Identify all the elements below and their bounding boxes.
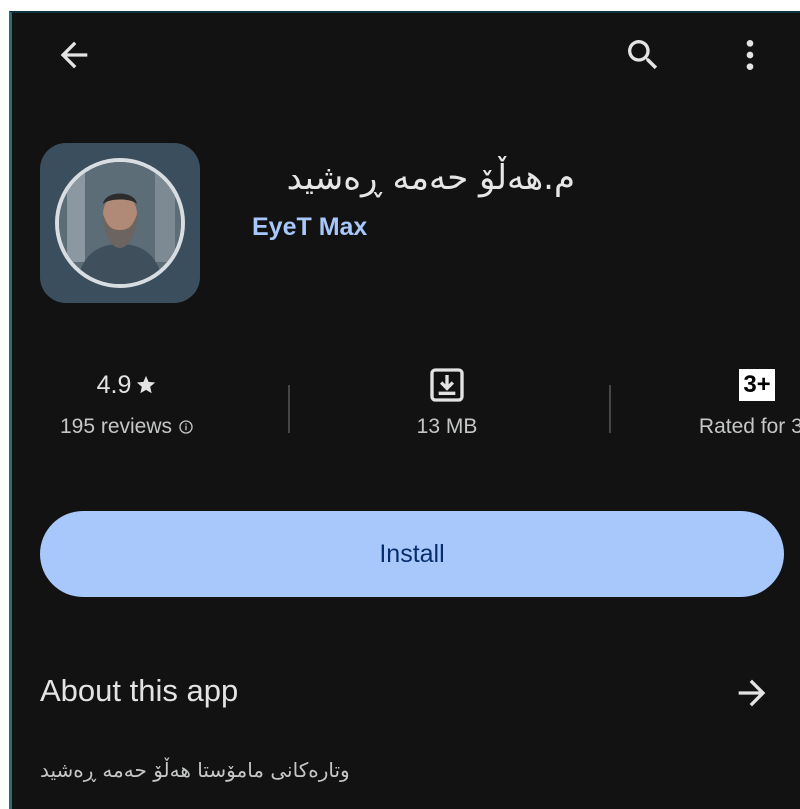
- person-photo-icon: [59, 162, 181, 284]
- search-button[interactable]: [619, 31, 667, 79]
- reviews-count: 195 reviews: [59, 415, 173, 438]
- download-icon: [430, 368, 464, 402]
- info-icon: [179, 420, 193, 434]
- about-expand-button[interactable]: [728, 669, 776, 717]
- age-rating-label: Rated for 3+: [698, 415, 800, 438]
- age-rating-badge: 3+: [739, 369, 775, 401]
- search-icon: [628, 40, 658, 70]
- app-details-screen: م.هەڵۆ حەمە ڕەشید EyeT Max 4.9 195 revie…: [9, 11, 800, 809]
- rating-value-row: 4.9: [97, 363, 158, 407]
- rating-value: 4.9: [96, 370, 132, 399]
- about-section-title: About this app: [40, 673, 239, 708]
- stats-divider: [288, 385, 290, 433]
- arrow-left-icon: [60, 41, 88, 69]
- age-rating-stat[interactable]: 3+ Rated for 3+: [692, 363, 800, 439]
- size-icon-row: [427, 363, 467, 407]
- install-button[interactable]: Install: [40, 511, 784, 597]
- about-description: وتارەکانی مامۆستا هەڵۆ حەمە ڕەشید: [40, 758, 350, 782]
- more-vert-icon: [746, 40, 754, 70]
- star-icon: [137, 375, 156, 394]
- app-icon: [40, 143, 200, 303]
- app-stats-row: 4.9 195 reviews 13 MB 3+ Rated for: [12, 363, 800, 453]
- developer-link[interactable]: EyeT Max: [252, 213, 367, 242]
- rating-stat[interactable]: 4.9 195 reviews: [42, 363, 212, 439]
- app-title: م.هەڵۆ حەمە ڕەشید: [286, 158, 575, 198]
- size-stat: 13 MB: [367, 363, 527, 439]
- back-button[interactable]: [50, 31, 98, 79]
- page-frame: م.هەڵۆ حەمە ڕەشید EyeT Max 4.9 195 revie…: [0, 0, 800, 809]
- size-value: 13 MB: [416, 415, 478, 438]
- arrow-right-icon: [738, 679, 766, 707]
- stats-divider: [609, 385, 611, 433]
- reviews-row: 195 reviews: [60, 415, 194, 439]
- app-icon-portrait: [55, 158, 185, 288]
- more-options-button[interactable]: [726, 31, 774, 79]
- age-badge-row: 3+: [739, 363, 775, 407]
